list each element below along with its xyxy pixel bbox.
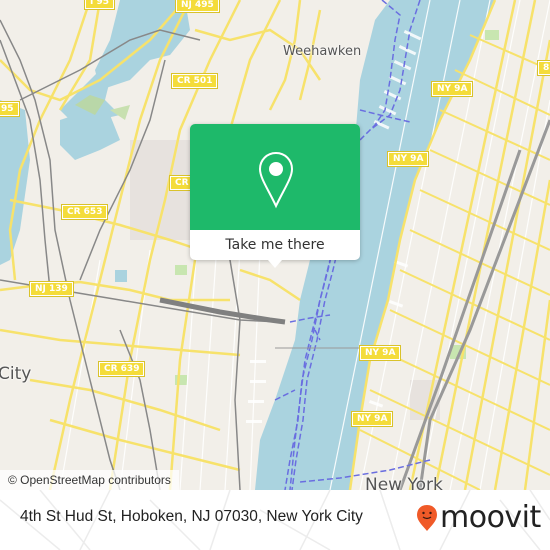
popup-header[interactable] bbox=[190, 124, 360, 230]
route-shield-8: 8 bbox=[536, 60, 550, 76]
route-shield-ny9a: NY 9A bbox=[430, 81, 474, 97]
address-text: 4th St Hud St, Hoboken, NJ 07030, New Yo… bbox=[20, 508, 363, 525]
route-shield-cr639: CR 639 bbox=[97, 361, 146, 377]
map-view[interactable]: Weehawken City New York I 95 NJ 495 CR 5… bbox=[0, 0, 550, 490]
popup-pointer bbox=[268, 260, 282, 268]
route-shield-nj495: NJ 495 bbox=[175, 0, 220, 13]
moovit-wordmark: moovit bbox=[440, 500, 541, 535]
location-pin-icon bbox=[258, 151, 294, 209]
location-popup: Take me there bbox=[190, 124, 360, 268]
place-label-city: City bbox=[0, 364, 32, 384]
map-attribution[interactable]: © OpenStreetMap contributors bbox=[0, 470, 179, 490]
place-label-weehawken: Weehawken bbox=[283, 44, 362, 59]
take-me-there-button[interactable]: Take me there bbox=[190, 230, 360, 260]
moovit-pin-icon bbox=[417, 505, 437, 531]
route-shield-cr653: CR 653 bbox=[60, 204, 109, 220]
route-shield-cr501: CR 501 bbox=[170, 73, 219, 89]
route-shield-ny9a: NY 9A bbox=[386, 151, 430, 167]
route-shield-95: 95 bbox=[0, 101, 20, 117]
footer-bar: 4th St Hud St, Hoboken, NJ 07030, New Yo… bbox=[0, 490, 550, 550]
route-shield-i95: I 95 bbox=[83, 0, 116, 10]
place-label-new-york: New York bbox=[365, 475, 443, 490]
route-shield-ny9a: NY 9A bbox=[350, 411, 394, 427]
route-shield-nj139: NJ 139 bbox=[29, 281, 74, 297]
route-shield-ny9a: NY 9A bbox=[358, 345, 402, 361]
